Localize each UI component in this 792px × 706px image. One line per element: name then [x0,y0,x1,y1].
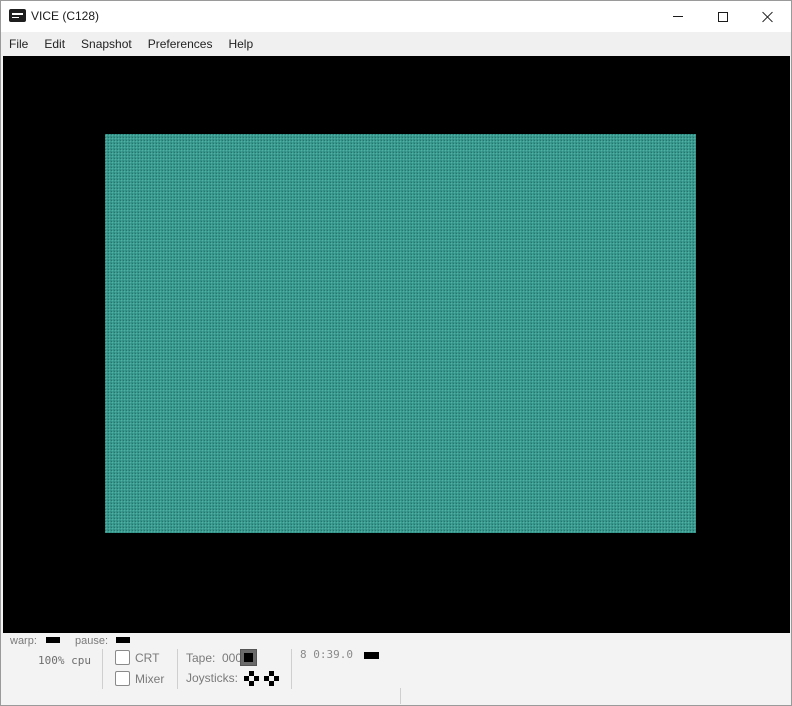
crt-checkbox[interactable] [115,650,130,665]
status-bar: warp: pause: 100% cpu CRT Mixer Tape: 00… [1,633,791,705]
title-bar[interactable]: VICE (C128) [1,1,791,32]
vice-monitor-icon [9,9,26,22]
cpu-speed-readout: 100% cpu [38,654,91,667]
minimize-icon [673,16,683,17]
joysticks-label: Joysticks: [186,671,239,685]
tape-control-button[interactable] [240,649,257,666]
status-separator [291,649,292,689]
menu-bar: File Edit Snapshot Preferences Help [1,32,791,56]
c128-screen-area [105,134,696,533]
crt-label: CRT [135,650,160,665]
maximize-icon [718,11,728,22]
crt-toggle[interactable]: CRT [115,650,159,665]
pause-indicator[interactable] [116,637,130,643]
window-title: VICE (C128) [31,9,100,23]
warp-label: warp: [10,635,37,647]
drive-status: 8 0:39.0 [300,648,353,661]
status-separator [400,688,401,704]
close-icon [762,11,774,23]
warp-indicator[interactable] [46,637,60,643]
tape-label: Tape: [186,651,216,665]
menu-snapshot[interactable]: Snapshot [76,35,137,53]
menu-help[interactable]: Help [223,35,258,53]
maximize-button[interactable] [700,1,746,32]
joystick-2-icon[interactable] [264,671,279,686]
vice-window: VICE (C128) File Edit Snapshot Preferenc… [0,0,792,706]
menu-file[interactable]: File [4,35,33,53]
drive-led-indicator[interactable] [364,652,379,659]
status-separator [102,649,103,689]
status-separator [177,649,178,689]
joystick-1-icon[interactable] [244,671,259,686]
mixer-toggle[interactable]: Mixer [115,671,164,686]
menu-preferences[interactable]: Preferences [143,35,218,53]
close-button[interactable] [745,1,791,32]
pause-label: pause: [75,635,109,647]
emulator-display[interactable] [3,56,790,633]
minimize-button[interactable] [655,1,701,32]
mixer-checkbox[interactable] [115,671,130,686]
menu-edit[interactable]: Edit [39,35,70,53]
mixer-label: Mixer [135,671,165,686]
